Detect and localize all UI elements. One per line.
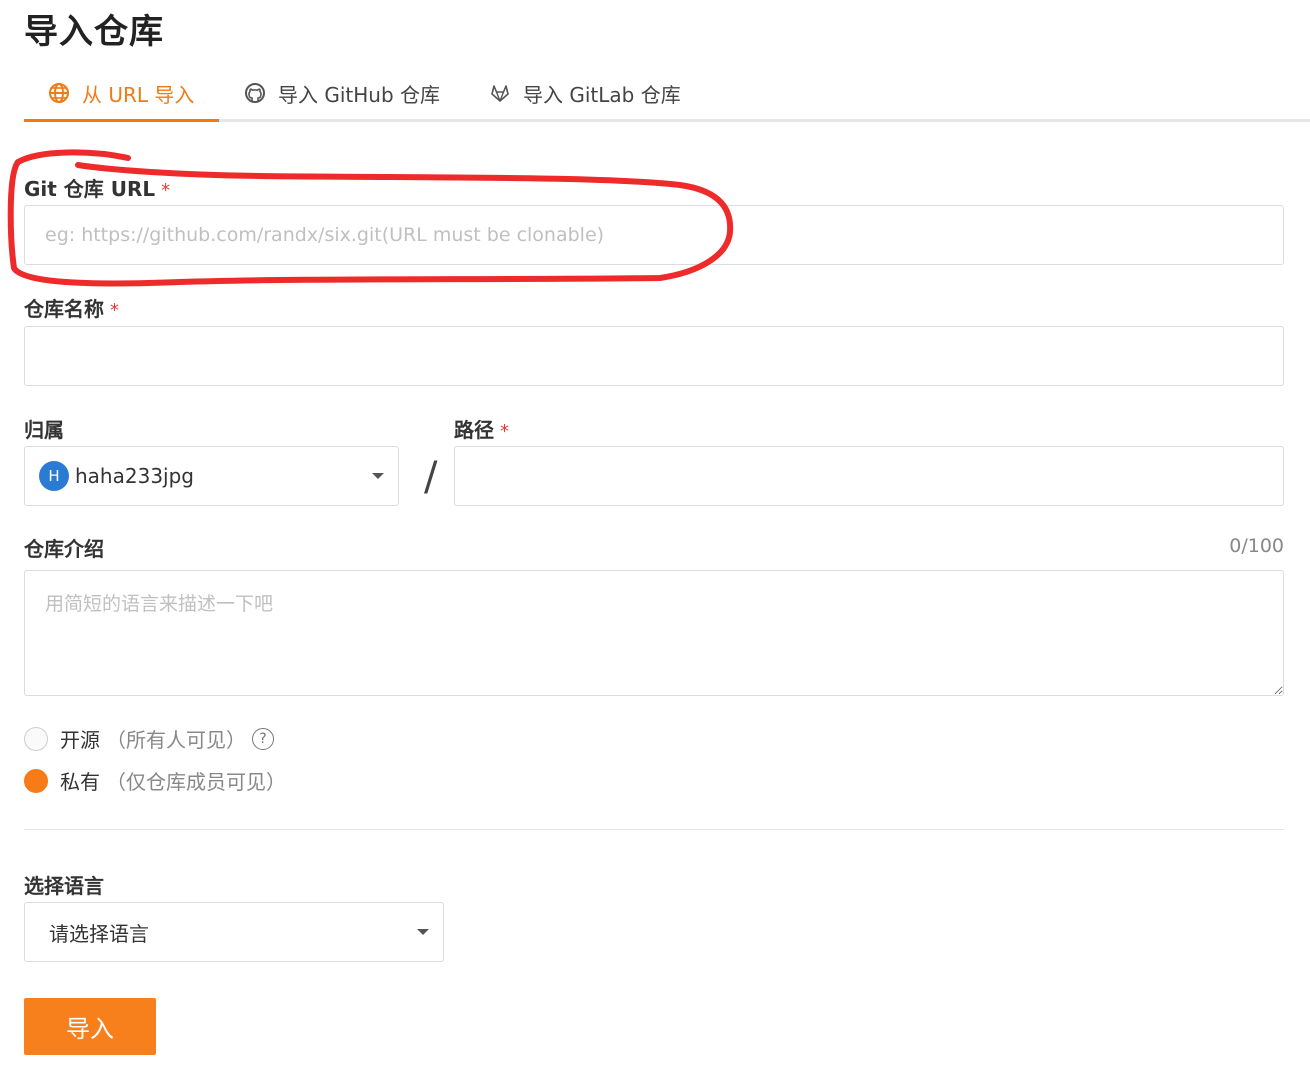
radio-hint: （仅仓库成员可见）: [106, 770, 286, 794]
tab-import-gitlab[interactable]: 导入 GitLab 仓库: [489, 64, 681, 122]
caret-down-icon: [372, 473, 384, 479]
path-separator: /: [424, 454, 438, 500]
language-value: 请选择语言: [49, 921, 149, 946]
github-icon: [244, 82, 266, 104]
help-icon[interactable]: ?: [252, 727, 274, 750]
path-input[interactable]: [454, 446, 1284, 506]
path-label: 路径 *: [454, 418, 509, 442]
tab-import-from-url[interactable]: 从 URL 导入: [48, 64, 194, 122]
repo-name-label: 仓库名称 *: [24, 297, 119, 321]
import-tabs: 从 URL 导入 导入 GitHub 仓库 导入 GitLab 仓库: [24, 64, 1310, 122]
git-url-input[interactable]: [24, 205, 1284, 265]
owner-value: haha233jpg: [75, 464, 194, 488]
gitlab-icon: [489, 82, 511, 104]
required-mark: *: [500, 421, 509, 442]
owner-select[interactable]: H haha233jpg: [24, 446, 399, 506]
radio-public[interactable]: [24, 726, 48, 751]
tab-label: 从 URL 导入: [82, 82, 195, 107]
description-counter: 0/100: [1229, 535, 1284, 557]
import-button[interactable]: 导入: [24, 998, 156, 1055]
description-label: 仓库介绍: [24, 537, 104, 561]
avatar: H: [39, 461, 69, 491]
tab-active-indicator: [24, 119, 219, 122]
caret-down-icon: [417, 929, 429, 935]
tab-import-github[interactable]: 导入 GitHub 仓库: [244, 64, 440, 122]
radio-private[interactable]: [24, 768, 48, 793]
section-divider: [24, 829, 1284, 830]
visibility-private-option[interactable]: 私有 （仅仓库成员可见）: [24, 766, 286, 795]
globe-icon: [48, 82, 70, 104]
visibility-public-option[interactable]: 开源 （所有人可见） ?: [24, 724, 274, 753]
tab-label: 导入 GitHub 仓库: [278, 82, 441, 107]
git-url-label: Git 仓库 URL *: [24, 177, 171, 201]
required-mark: *: [110, 300, 119, 321]
owner-label: 归属: [24, 418, 64, 442]
page-title: 导入仓库: [24, 12, 164, 52]
description-textarea[interactable]: [24, 570, 1284, 696]
language-label: 选择语言: [24, 874, 104, 898]
language-select[interactable]: 请选择语言: [24, 902, 444, 962]
radio-label: 私有: [60, 770, 100, 794]
radio-label: 开源: [60, 728, 100, 752]
required-mark: *: [161, 180, 171, 201]
repo-name-input[interactable]: [24, 326, 1284, 386]
radio-hint: （所有人可见）: [106, 728, 246, 752]
tab-label: 导入 GitLab 仓库: [523, 82, 681, 107]
